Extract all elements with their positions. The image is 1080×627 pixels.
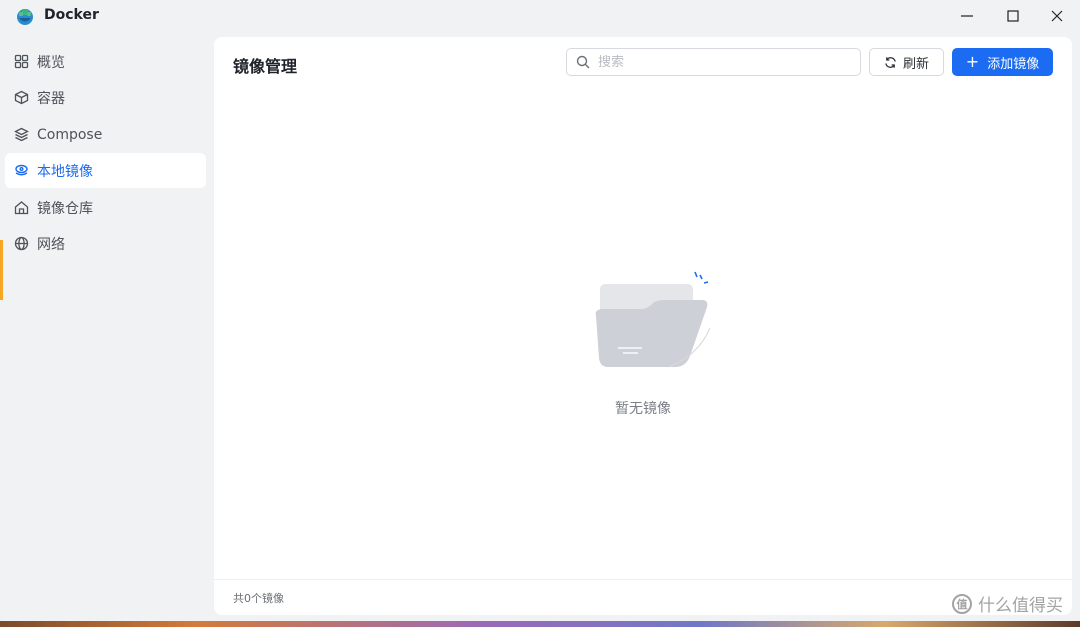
sidebar-item-compose[interactable]: Compose — [5, 117, 206, 152]
search-box[interactable] — [566, 48, 861, 76]
house-icon — [13, 200, 29, 216]
sidebar-item-containers[interactable]: 容器 — [5, 80, 206, 115]
watermark-logo-icon: 值 — [952, 593, 972, 614]
orange-marker — [0, 240, 3, 300]
watermark-text: 什么值得买 — [978, 596, 1063, 616]
sidebar-item-label: 镜像仓库 — [37, 200, 93, 217]
add-image-label: 添加镜像 — [987, 56, 1040, 72]
empty-state-text: 暂无镜像 — [615, 401, 671, 417]
sidebar-item-label: 容器 — [37, 90, 65, 107]
docker-window: Docker 概览 容器 Compose 本地镜像 镜像仓库 网络 镜像管理 搜… — [0, 0, 1080, 621]
app-title: Docker — [44, 7, 99, 23]
minimize-icon — [961, 15, 973, 17]
layers-icon — [13, 127, 29, 143]
sidebar-item-label: 本地镜像 — [37, 163, 93, 180]
main-panel: 镜像管理 刷新 + 添加镜像 暂无镜像 共0个镜像 — [214, 37, 1072, 615]
grid-icon — [13, 54, 29, 70]
close-icon — [1051, 10, 1063, 22]
sidebar-item-label: 网络 — [37, 236, 65, 253]
refresh-icon — [884, 56, 897, 69]
sidebar-item-label: 概览 — [37, 54, 65, 71]
maximize-button[interactable] — [990, 0, 1036, 32]
image-count: 共0个镜像 — [233, 592, 284, 605]
globe-icon — [13, 236, 29, 252]
sidebar-item-network[interactable]: 网络 — [5, 226, 206, 261]
search-icon — [576, 55, 590, 69]
empty-folder-illustration — [595, 271, 711, 368]
title-bar: Docker — [0, 0, 1080, 32]
watermark: 值 什么值得买 — [952, 591, 1063, 616]
add-image-button[interactable]: + 添加镜像 — [952, 48, 1053, 76]
search-input[interactable] — [598, 54, 838, 70]
sidebar-item-image-registry[interactable]: 镜像仓库 — [5, 190, 206, 225]
docker-app-icon — [17, 9, 33, 25]
close-button[interactable] — [1034, 0, 1080, 32]
plus-icon: + — [965, 52, 980, 71]
refresh-button[interactable]: 刷新 — [869, 48, 944, 76]
sidebar-item-local-images[interactable]: 本地镜像 — [5, 153, 206, 188]
cube-icon — [13, 90, 29, 106]
maximize-icon — [1007, 10, 1019, 22]
sidebar-item-label: Compose — [37, 126, 103, 143]
disk-stack-icon — [13, 163, 29, 179]
refresh-label: 刷新 — [902, 56, 929, 72]
minimize-button[interactable] — [944, 0, 990, 32]
footer-divider — [214, 579, 1072, 580]
page-title: 镜像管理 — [233, 57, 298, 76]
sidebar-item-overview[interactable]: 概览 — [5, 44, 206, 79]
